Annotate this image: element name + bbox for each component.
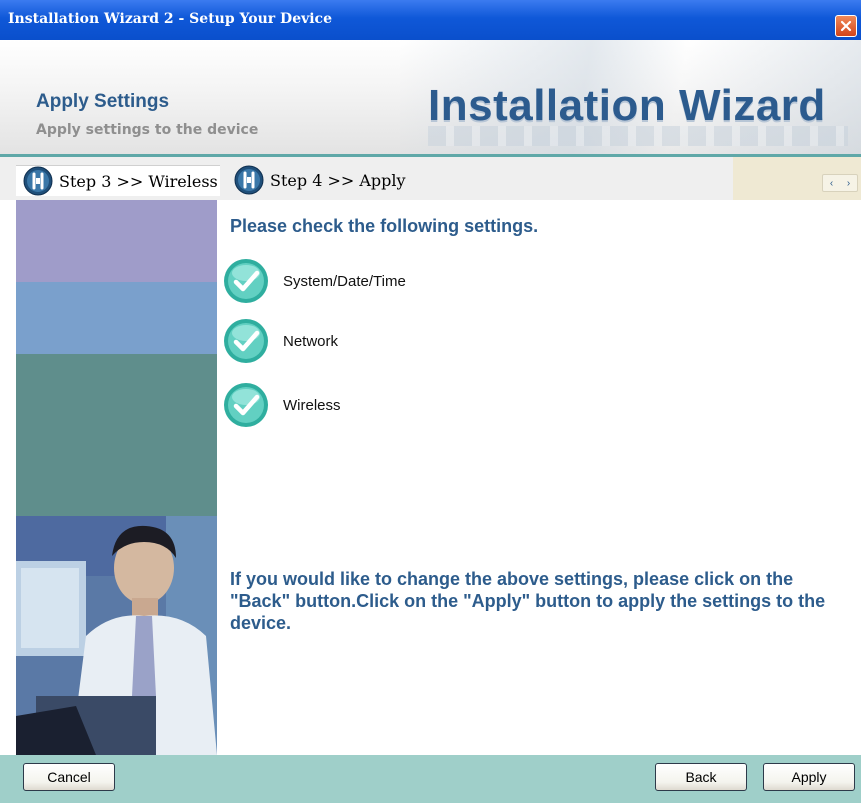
apply-button[interactable]: Apply (763, 763, 855, 791)
page-subtitle: Apply settings to the device (36, 122, 259, 138)
step-scroll-buttons[interactable]: ‹ › (822, 174, 858, 192)
step-tab-wireless[interactable]: Step 3 >> Wireless (16, 165, 220, 196)
cancel-button[interactable]: Cancel (23, 763, 115, 791)
color-band (16, 200, 217, 282)
panel-edge (0, 200, 16, 755)
instruction-note: If you would like to change the above se… (230, 569, 826, 633)
checkmark-icon (224, 383, 268, 427)
scroll-right-icon[interactable]: › (847, 178, 850, 189)
step-label: Step 3 >> Wireless (59, 171, 218, 191)
list-item-wireless: Wireless (223, 381, 341, 429)
section-heading: Please check the following settings. (230, 216, 539, 236)
close-icon (840, 20, 852, 32)
person-photo (16, 516, 217, 755)
item-label: Wireless (283, 396, 341, 414)
footer-bar: Cancel Back Apply (0, 755, 861, 803)
title-bar: Installation Wizard 2 - Setup Your Devic… (0, 0, 861, 40)
item-label: Network (283, 332, 339, 350)
checkmark-icon (224, 319, 268, 363)
color-band (16, 354, 217, 516)
step-tab-apply[interactable]: Step 4 >> Apply (232, 165, 406, 195)
checkmark-icon (224, 259, 268, 303)
brand-logo-text: Installation Wizard (428, 81, 826, 130)
window-title: Installation Wizard 2 - Setup Your Devic… (8, 11, 332, 27)
page-title: Apply Settings (36, 91, 170, 112)
scroll-left-icon[interactable]: ‹ (830, 178, 833, 189)
color-band (16, 282, 217, 354)
step-label: Step 4 >> Apply (270, 170, 406, 190)
close-button[interactable] (835, 15, 857, 37)
wrench-icon (23, 166, 53, 196)
list-item-system-date-time: System/Date/Time (223, 257, 406, 305)
list-item-network: Network (223, 317, 338, 365)
wrench-icon (234, 165, 264, 195)
steps-bar: Step 3 >> Wireless Step 4 >> Apply ‹ › (0, 154, 861, 200)
side-image-panel (0, 200, 217, 755)
main-content: Please check the following settings. Sys… (217, 200, 861, 755)
wizard-header: Apply Settings Apply settings to the dev… (0, 40, 861, 154)
item-label: System/Date/Time (283, 272, 406, 290)
back-button[interactable]: Back (655, 763, 747, 791)
